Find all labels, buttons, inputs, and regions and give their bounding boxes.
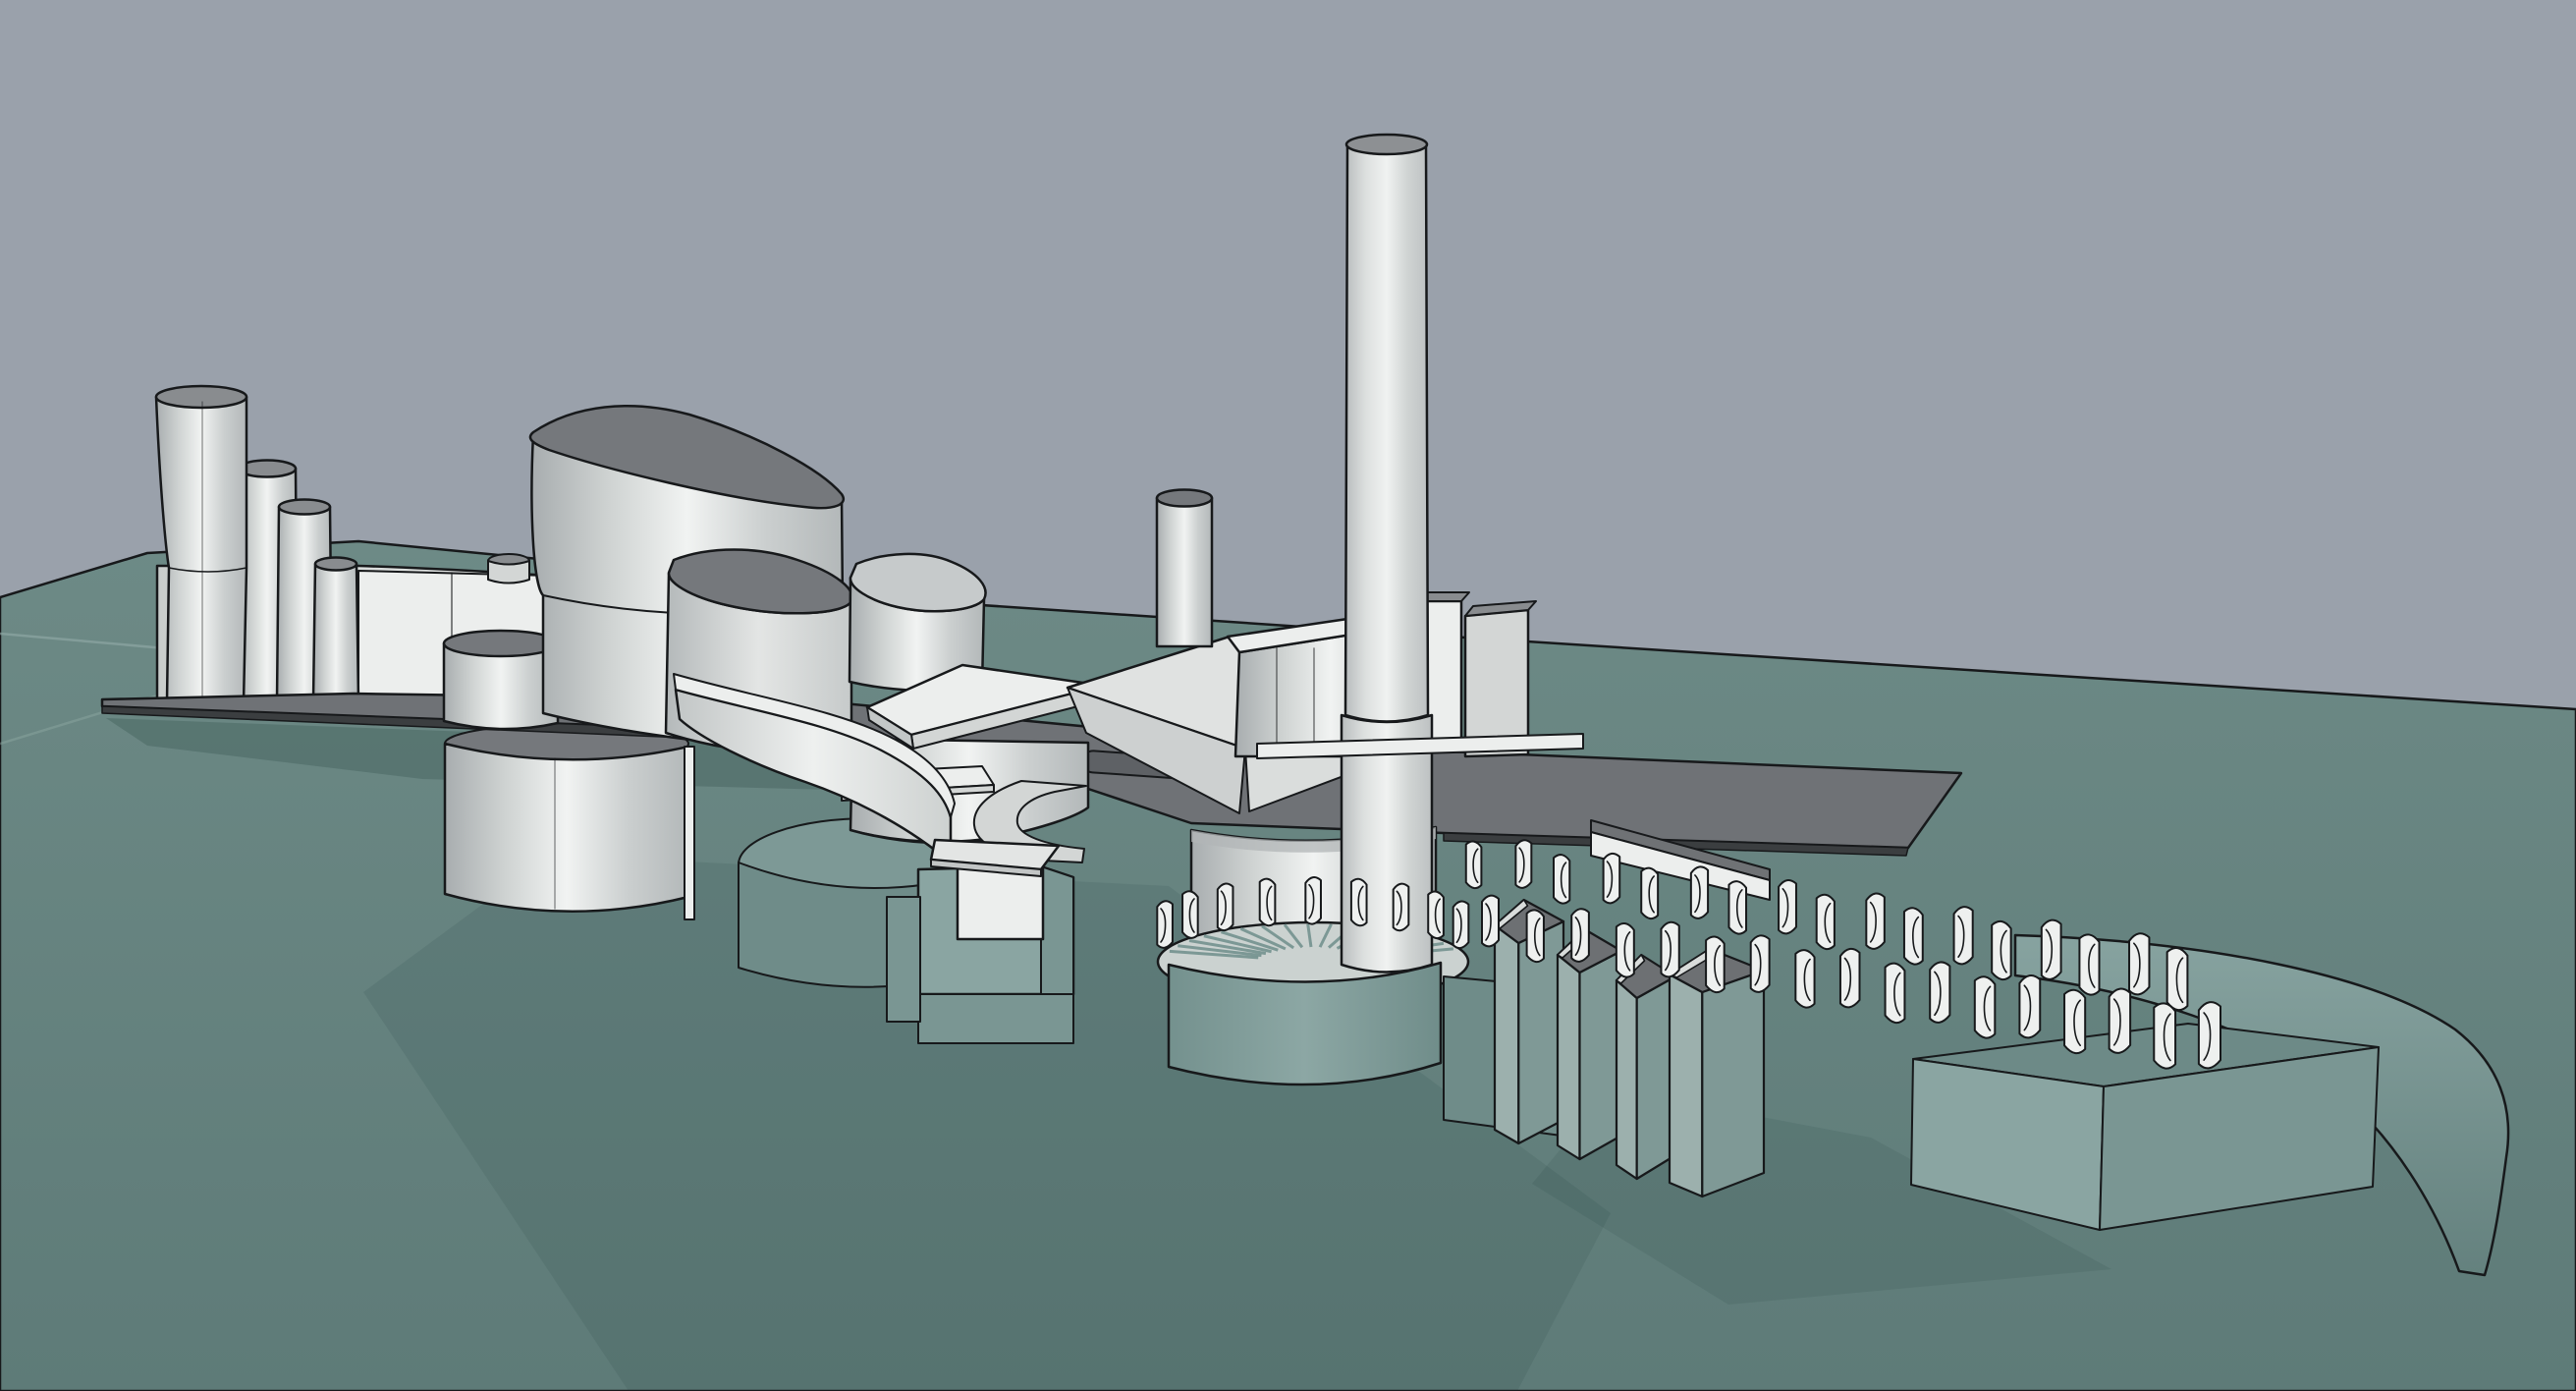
shell-element[interactable] bbox=[2154, 1003, 2175, 1068]
slab-tower-2[interactable] bbox=[1465, 610, 1528, 756]
prism-face[interactable] bbox=[1558, 955, 1580, 1159]
cylinder-tower-1-top bbox=[156, 386, 247, 408]
shell-element[interactable] bbox=[1779, 880, 1796, 933]
shell-element[interactable] bbox=[1817, 895, 1835, 949]
under-plate-drum[interactable] bbox=[445, 724, 694, 919]
shell-element[interactable] bbox=[1157, 901, 1173, 948]
shell-element[interactable] bbox=[1604, 854, 1620, 904]
shell-element[interactable] bbox=[2079, 934, 2099, 994]
shell-element[interactable] bbox=[1218, 884, 1233, 931]
cylinder-tower-1[interactable] bbox=[156, 392, 247, 704]
shell-element[interactable] bbox=[1554, 855, 1569, 904]
shell-element[interactable] bbox=[1527, 910, 1544, 962]
shell-element[interactable] bbox=[1515, 840, 1531, 888]
shell-element[interactable] bbox=[1617, 923, 1634, 977]
shell-element[interactable] bbox=[2042, 920, 2061, 979]
prism-face[interactable] bbox=[1617, 980, 1637, 1179]
cylinder-tower-4[interactable] bbox=[313, 560, 358, 701]
shell-element[interactable] bbox=[1428, 891, 1444, 938]
scene-canvas[interactable] bbox=[0, 0, 2576, 1391]
shell-element[interactable] bbox=[2167, 948, 2188, 1010]
shell-element[interactable] bbox=[1394, 884, 1409, 931]
shell-element[interactable] bbox=[1453, 901, 1469, 948]
shell-element[interactable] bbox=[1866, 894, 1885, 949]
shell-element[interactable] bbox=[2110, 989, 2130, 1053]
pavilion-skirt[interactable] bbox=[918, 994, 1073, 1043]
small-tower-body[interactable] bbox=[1157, 494, 1212, 647]
chimney-top bbox=[1346, 135, 1427, 154]
podium-drum[interactable] bbox=[444, 631, 558, 729]
cylinder-tower-4-top bbox=[315, 558, 356, 571]
small-tower[interactable] bbox=[1157, 490, 1212, 647]
pavilion-step[interactable] bbox=[887, 897, 920, 1022]
shell-element[interactable] bbox=[1751, 935, 1770, 992]
wall-fin[interactable] bbox=[488, 561, 529, 584]
prism-pavilion-3[interactable] bbox=[1617, 955, 1675, 1179]
3d-viewport[interactable] bbox=[0, 0, 2576, 1391]
pavilion-base-side[interactable] bbox=[1041, 866, 1073, 996]
chimney-stack[interactable] bbox=[1342, 135, 1432, 973]
shell-element[interactable] bbox=[1930, 962, 1949, 1022]
shell-element[interactable] bbox=[1954, 907, 1973, 964]
prism-side[interactable] bbox=[1580, 951, 1622, 1159]
shell-element[interactable] bbox=[1904, 908, 1923, 964]
rotunda-teal-drum[interactable] bbox=[1169, 963, 1441, 1085]
shell-element[interactable] bbox=[1351, 879, 1367, 926]
thin-fin[interactable] bbox=[685, 747, 694, 919]
massing-model-scene bbox=[0, 0, 2576, 1391]
shell-element[interactable] bbox=[1706, 937, 1725, 993]
shell-element[interactable] bbox=[1795, 950, 1814, 1008]
shell-element[interactable] bbox=[1728, 881, 1746, 933]
shell-element[interactable] bbox=[1691, 866, 1708, 918]
shell-element[interactable] bbox=[1840, 949, 1860, 1007]
prism-face[interactable] bbox=[1495, 925, 1518, 1143]
shell-element[interactable] bbox=[1992, 921, 2010, 979]
shell-element[interactable] bbox=[1482, 896, 1499, 947]
shell-element[interactable] bbox=[2199, 1002, 2220, 1068]
shell-element[interactable] bbox=[2019, 975, 2040, 1037]
small-tower-top bbox=[1157, 490, 1212, 507]
shell-element[interactable] bbox=[1182, 891, 1198, 938]
shell-element[interactable] bbox=[1260, 879, 1276, 926]
prism-face[interactable] bbox=[1670, 974, 1702, 1196]
shell-element[interactable] bbox=[1641, 868, 1658, 918]
shell-element[interactable] bbox=[1305, 877, 1321, 924]
chimney-shaft[interactable] bbox=[1345, 144, 1428, 722]
cylinder-tower-3-top bbox=[279, 500, 330, 515]
prism-pavilion-2[interactable] bbox=[1558, 929, 1621, 1159]
shell-element[interactable] bbox=[1661, 922, 1678, 977]
shell-element[interactable] bbox=[2064, 990, 2085, 1053]
shell-element[interactable] bbox=[2129, 933, 2149, 994]
shell-element[interactable] bbox=[1975, 976, 1996, 1037]
shell-element[interactable] bbox=[1886, 964, 1905, 1023]
shell-element[interactable] bbox=[1466, 842, 1482, 889]
drum-body[interactable] bbox=[445, 744, 688, 912]
prism-side[interactable] bbox=[1702, 971, 1764, 1196]
podium-drum-top bbox=[444, 631, 558, 656]
shell-element[interactable] bbox=[1571, 909, 1589, 962]
